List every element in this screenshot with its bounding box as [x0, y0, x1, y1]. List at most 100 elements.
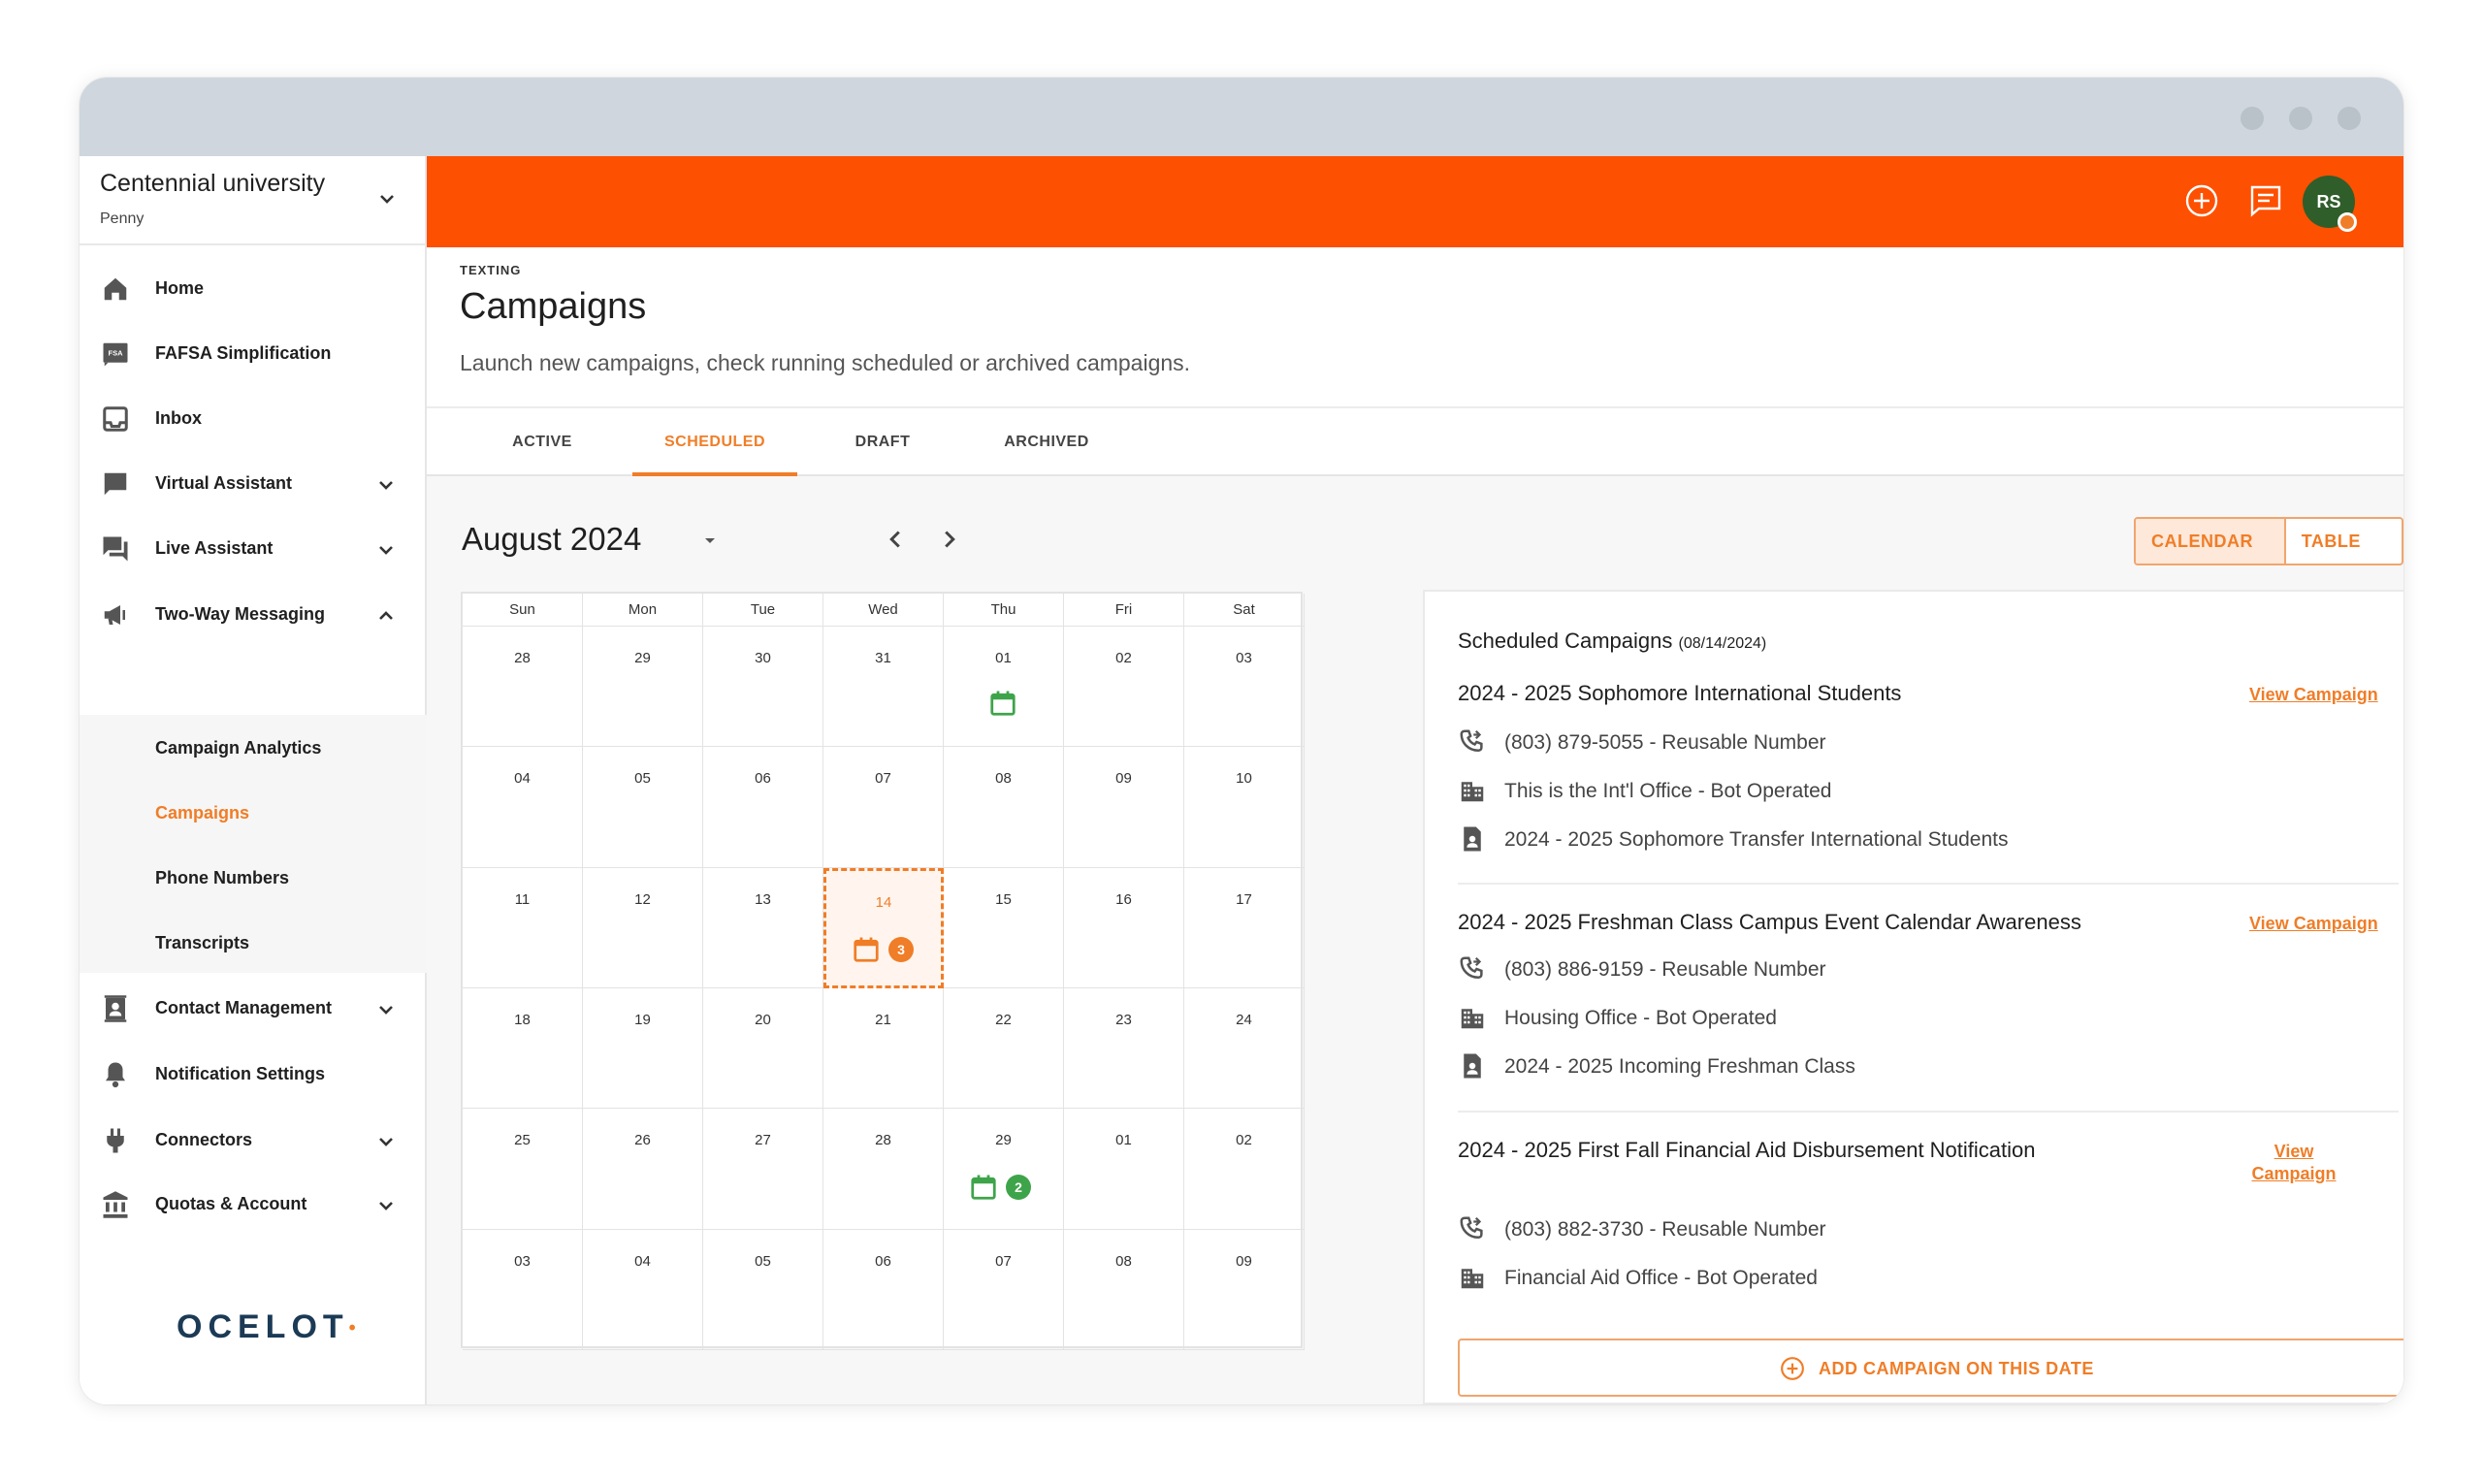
tab-draft[interactable]: DRAFT — [800, 408, 965, 476]
bell-icon — [106, 1062, 125, 1088]
calendar-day[interactable]: 05 — [583, 747, 703, 868]
chevron-down-icon[interactable] — [374, 473, 398, 497]
calendar-day[interactable]: 03 — [1184, 627, 1305, 748]
calendar-day[interactable]: 20 — [703, 988, 823, 1110]
sidebar-item-home[interactable]: Home — [80, 259, 427, 317]
calendar-day[interactable]: 25 — [463, 1109, 583, 1230]
chevron-down-icon[interactable] — [374, 1194, 398, 1217]
calendar-day[interactable]: 31 — [823, 627, 944, 748]
window-dot[interactable] — [2289, 107, 2312, 130]
calendar-day[interactable]: 09 — [1184, 1229, 1305, 1350]
day-number: 26 — [634, 1132, 651, 1149]
sidebar-item-label: Inbox — [155, 408, 202, 428]
calendar-day[interactable]: 01 — [1064, 1109, 1184, 1230]
sidebar-item-phone-numbers[interactable]: Phone Numbers — [155, 868, 289, 888]
org-switcher[interactable]: Centennial university Penny — [80, 156, 427, 245]
calendar-day[interactable]: 19 — [583, 988, 703, 1110]
calendar-day[interactable]: 16 — [1064, 867, 1184, 988]
sidebar-item-inbox[interactable]: Inbox — [80, 389, 427, 447]
calendar-day[interactable]: 29 — [583, 627, 703, 748]
calendar-day[interactable]: 17 — [1184, 867, 1305, 988]
sidebar-item-label: FAFSA Simplification — [155, 343, 332, 363]
sidebar-item-campaign-analytics[interactable]: Campaign Analytics — [155, 738, 321, 758]
calendar-day[interactable]: 13 — [703, 867, 823, 988]
calendar-day[interactable]: 18 — [463, 988, 583, 1110]
view-campaign-link[interactable]: View Campaign — [2249, 685, 2378, 705]
chevron-left-icon[interactable] — [881, 525, 910, 554]
view-campaign-link[interactable]: View Campaign — [2249, 914, 2378, 934]
calendar-day[interactable]: 28 — [463, 627, 583, 748]
calendar-day[interactable]: 24 — [1184, 988, 1305, 1110]
calendar-day-today[interactable]: 14 3 — [823, 867, 944, 988]
phone-forward-icon — [1460, 956, 1483, 980]
chevron-down-icon[interactable] — [374, 1130, 398, 1153]
sidebar-item-label: Two-Way Messaging — [155, 604, 326, 624]
window-dot[interactable] — [2241, 107, 2264, 130]
tab-scheduled[interactable]: SCHEDULED — [632, 408, 797, 476]
calendar-day[interactable]: 05 — [703, 1229, 823, 1350]
calendar-day[interactable]: 07 — [823, 747, 944, 868]
calendar-event-icon[interactable] — [969, 1173, 998, 1202]
logo-mark: • — [348, 1317, 362, 1339]
calendar-day[interactable]: 02 — [1064, 627, 1184, 748]
calendar-view-button[interactable]: CALENDAR VIEW — [2136, 519, 2286, 564]
calendar-day[interactable]: 03 — [463, 1229, 583, 1350]
message-icon[interactable] — [2248, 183, 2283, 218]
calendar-day[interactable]: 04 — [583, 1229, 703, 1350]
day-number: 22 — [995, 1012, 1012, 1028]
tab-active[interactable]: ACTIVE — [460, 408, 625, 476]
chevron-up-icon[interactable] — [374, 604, 398, 628]
calendar-day[interactable]: 29 2 — [944, 1109, 1064, 1230]
calendar-day[interactable]: 09 — [1064, 747, 1184, 868]
sidebar-item-connectors[interactable]: Connectors — [80, 1111, 427, 1169]
day-number: 20 — [755, 1012, 771, 1028]
calendar-day[interactable]: 28 — [823, 1109, 944, 1230]
calendar-day[interactable]: 11 — [463, 867, 583, 988]
calendar-day[interactable]: 12 — [583, 867, 703, 988]
add-campaign-button[interactable]: ADD CAMPAIGN ON THIS DATE — [1458, 1339, 2403, 1397]
calendar-day[interactable]: 30 — [703, 627, 823, 748]
calendar-day[interactable]: 23 — [1064, 988, 1184, 1110]
campaign-phone-text: (803) 886-9159 - Reusable Number — [1504, 958, 1826, 981]
sidebar: Centennial university Penny Home FSA FAF… — [80, 156, 427, 1404]
chevron-down-icon[interactable] — [375, 187, 399, 210]
tab-archived[interactable]: ARCHIVED — [964, 408, 1129, 476]
month-selector[interactable]: August 2024 — [462, 521, 641, 558]
view-campaign-link[interactable]: View Campaign — [2249, 1141, 2338, 1185]
window-dot[interactable] — [2338, 107, 2361, 130]
calendar-event-icon[interactable] — [988, 689, 1017, 718]
calendar-day[interactable]: 07 — [944, 1229, 1064, 1350]
sidebar-item-virtual-assistant[interactable]: Virtual Assistant — [80, 454, 427, 512]
calendar-day[interactable]: 04 — [463, 747, 583, 868]
calendar-day[interactable]: 15 — [944, 867, 1064, 988]
sidebar-item-contact-management[interactable]: Contact Management — [80, 979, 427, 1037]
day-number: 10 — [1236, 770, 1252, 788]
calendar-day[interactable]: 06 — [823, 1229, 944, 1350]
calendar-day[interactable]: 26 — [583, 1109, 703, 1230]
calendar-event-icon[interactable] — [852, 935, 881, 964]
calendar-day[interactable]: 08 — [1064, 1229, 1184, 1350]
caret-down-icon[interactable] — [698, 529, 722, 552]
add-circle-icon[interactable] — [2184, 183, 2219, 218]
sidebar-item-transcripts[interactable]: Transcripts — [155, 933, 249, 953]
calendar-day[interactable]: 01 — [944, 627, 1064, 748]
sidebar-item-quotas-account[interactable]: Quotas & Account — [80, 1175, 427, 1233]
campaign-office-text: Financial Aid Office - Bot Operated — [1504, 1267, 1818, 1289]
calendar-day[interactable]: 22 — [944, 988, 1064, 1110]
sidebar-item-campaigns[interactable]: Campaigns — [155, 803, 249, 823]
calendar-day[interactable]: 21 — [823, 988, 944, 1110]
campaign-title: 2024 - 2025 First Fall Financial Aid Dis… — [1458, 1138, 2036, 1162]
chevron-down-icon[interactable] — [374, 538, 398, 562]
calendar-day[interactable]: 08 — [944, 747, 1064, 868]
calendar-day[interactable]: 27 — [703, 1109, 823, 1230]
sidebar-item-fafsa[interactable]: FSA FAFSA Simplification — [80, 324, 427, 382]
chevron-down-icon[interactable] — [374, 998, 398, 1021]
sidebar-item-live-assistant[interactable]: Live Assistant — [80, 519, 427, 577]
table-view-button[interactable]: TABLE VIEW — [2286, 519, 2402, 564]
calendar-day[interactable]: 10 — [1184, 747, 1305, 868]
sidebar-item-notification-settings[interactable]: Notification Settings — [80, 1045, 427, 1103]
calendar-day[interactable]: 06 — [703, 747, 823, 868]
sidebar-item-two-way-messaging[interactable]: Two-Way Messaging — [80, 585, 427, 643]
chevron-right-icon[interactable] — [935, 525, 964, 554]
calendar-day[interactable]: 02 — [1184, 1109, 1305, 1230]
